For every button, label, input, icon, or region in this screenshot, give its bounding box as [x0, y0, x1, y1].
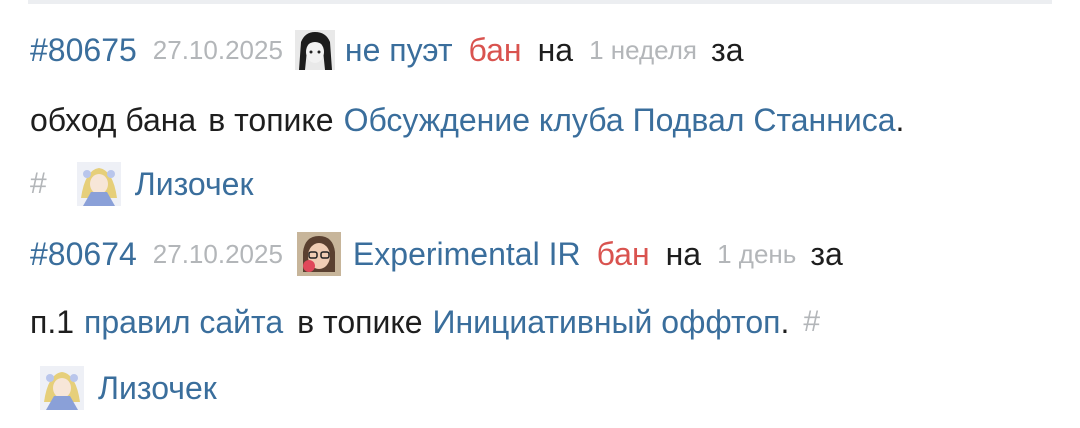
- ban-date: 27.10.2025: [152, 34, 283, 65]
- on-word: на: [537, 31, 574, 68]
- action-ban: бан: [468, 31, 522, 68]
- action-ban: бан: [596, 235, 650, 272]
- topic-end-dot: .: [895, 101, 905, 138]
- ban-entry-moderator: # Лизочек: [30, 158, 253, 210]
- for-word: за: [810, 235, 843, 272]
- moderator-avatar[interactable]: [76, 162, 121, 206]
- in-topic-text: в топике: [297, 303, 423, 340]
- topic-end-dot: .: [780, 303, 790, 340]
- moderator-avatar[interactable]: [40, 366, 84, 410]
- permalink-hash[interactable]: #: [30, 167, 47, 201]
- moderator-name-link[interactable]: Лизочек: [98, 370, 217, 407]
- for-word: за: [711, 31, 744, 68]
- ban-entry-reason: п.1 правил сайта в топике Инициативный о…: [30, 296, 820, 348]
- ban-entry-header: #80675 27.10.2025 не пуэт бан на 1 недел…: [30, 24, 743, 76]
- user-name-link[interactable]: не пуэт: [345, 32, 453, 69]
- ban-id-link[interactable]: #80675: [30, 32, 137, 69]
- ban-duration: 1 день: [717, 238, 797, 269]
- user-avatar[interactable]: [296, 232, 341, 276]
- topic-link[interactable]: Обсуждение клуба Подвал Станниса: [344, 102, 896, 139]
- user-name-link[interactable]: Experimental IR: [353, 236, 581, 273]
- in-topic-text: в топике: [208, 101, 334, 138]
- ban-entry-moderator: Лизочек: [30, 362, 217, 414]
- ban-entry-header: #80674 27.10.2025 Experimental IR бан на…: [30, 228, 843, 280]
- rules-link[interactable]: правил сайта: [84, 304, 283, 341]
- ban-id-link[interactable]: #80674: [30, 236, 137, 273]
- permalink-hash[interactable]: #: [803, 305, 820, 339]
- reason-text: п.1: [30, 303, 75, 340]
- reason-text: обход бана: [30, 101, 197, 138]
- ban-entry-reason: обход бана в топике Обсуждение клуба Под…: [30, 94, 904, 146]
- ban-duration: 1 неделя: [589, 34, 698, 65]
- ban-date: 27.10.2025: [152, 238, 283, 269]
- moderator-name-link[interactable]: Лизочек: [135, 166, 254, 203]
- topic-link[interactable]: Инициативный оффтоп: [432, 304, 780, 341]
- user-avatar[interactable]: [294, 30, 335, 70]
- on-word: на: [665, 235, 702, 272]
- top-divider: [28, 0, 1052, 4]
